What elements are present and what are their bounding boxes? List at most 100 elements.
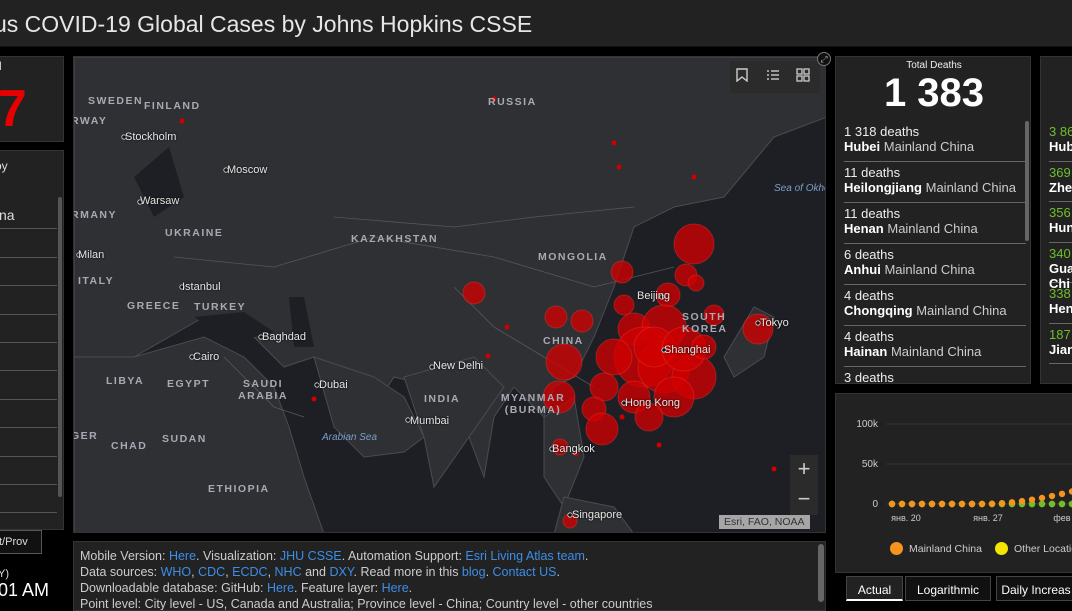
country-list: na bbox=[0, 201, 57, 514]
recovered-point[interactable] bbox=[1038, 500, 1046, 508]
list-item[interactable]: 11 deaths Heilongjiang Mainland China bbox=[844, 162, 1026, 203]
list-item[interactable]: 3 deaths bbox=[844, 367, 1026, 383]
mainland-china-point[interactable] bbox=[918, 500, 926, 508]
zoom-out-button[interactable]: − bbox=[790, 485, 818, 515]
mainland-china-point[interactable] bbox=[1058, 490, 1066, 498]
list-icon[interactable] bbox=[766, 68, 784, 86]
list-item[interactable] bbox=[0, 485, 57, 514]
country-label: MYANMAR (BURMA) bbox=[500, 392, 566, 416]
basemap bbox=[74, 57, 825, 532]
list-item[interactable]: 356 Hun bbox=[1049, 202, 1072, 243]
mainland-china-point[interactable] bbox=[938, 500, 946, 508]
case-bubble[interactable] bbox=[545, 343, 583, 381]
mainland-china-point[interactable] bbox=[898, 500, 906, 508]
mainland-china-point[interactable] bbox=[958, 500, 966, 508]
mainland-china-point[interactable] bbox=[1008, 499, 1016, 506]
list-item[interactable]: 340 Gua Chi bbox=[1049, 243, 1072, 291]
list-item[interactable]: 4 deaths Chongqing Mainland China bbox=[844, 285, 1026, 326]
mainland-china-point[interactable] bbox=[1038, 494, 1046, 502]
case-bubble[interactable] bbox=[504, 324, 510, 330]
bookmark-icon[interactable] bbox=[736, 68, 754, 86]
mobile-version-link[interactable]: Here bbox=[169, 549, 196, 563]
feature-layer-link[interactable]: Here bbox=[382, 581, 409, 595]
mainland-china-point[interactable] bbox=[908, 500, 916, 508]
basemap-gallery-icon[interactable] bbox=[796, 68, 814, 86]
case-bubble[interactable] bbox=[462, 281, 486, 305]
contact-us-link[interactable]: Contact US bbox=[493, 565, 557, 579]
case-bubble[interactable] bbox=[179, 118, 185, 124]
list-item[interactable]: 6 deaths Anhui Mainland China bbox=[844, 244, 1026, 285]
zoom-in-button[interactable]: + bbox=[790, 455, 818, 485]
mainland-china-point[interactable] bbox=[928, 500, 936, 508]
list-item[interactable]: 369 Zhe bbox=[1049, 162, 1072, 202]
list-item[interactable] bbox=[0, 457, 57, 485]
case-bubble[interactable] bbox=[585, 412, 619, 446]
case-bubble[interactable] bbox=[611, 140, 617, 146]
case-bubble[interactable] bbox=[656, 442, 662, 448]
recovered-point[interactable] bbox=[1058, 500, 1066, 508]
list-item[interactable] bbox=[0, 315, 57, 343]
blog-link[interactable]: blog bbox=[462, 565, 486, 579]
case-bubble[interactable] bbox=[687, 274, 705, 292]
mainland-china-point[interactable] bbox=[988, 500, 996, 507]
country-label: FINLAND bbox=[144, 100, 201, 112]
total-recovered-panel: 3 86 Hub 369 Zhe 356 Hun 340 Gua Chi 338 Hen 1… bbox=[1040, 56, 1072, 384]
list-item[interactable]: 11 deaths Henan Mainland China bbox=[844, 203, 1026, 244]
case-bubble[interactable] bbox=[673, 223, 715, 265]
case-bubble[interactable] bbox=[616, 164, 622, 170]
case-bubble[interactable] bbox=[485, 353, 491, 359]
tab-actual[interactable]: Actual bbox=[846, 576, 903, 601]
case-bubble[interactable] bbox=[771, 466, 777, 472]
mainland-china-point[interactable] bbox=[1028, 496, 1036, 503]
case-bubble[interactable] bbox=[613, 294, 635, 316]
list-item[interactable]: 1 318 deaths Hubei Mainland China bbox=[844, 121, 1026, 162]
case-bubble[interactable] bbox=[311, 396, 317, 402]
tab-logarithmic[interactable]: Logarithmic bbox=[905, 576, 991, 601]
esri-living-atlas-link[interactable]: Esri Living Atlas team bbox=[465, 549, 585, 563]
country-label: EGYPT bbox=[167, 378, 211, 390]
city-label: Warsaw bbox=[140, 195, 180, 207]
map-view[interactable]: SWEDEN FINLAND RWAY RUSSIA RMANY UKRAINE… bbox=[73, 56, 826, 533]
mainland-china-point[interactable] bbox=[1048, 492, 1056, 500]
list-item[interactable]: na bbox=[0, 201, 57, 230]
ecdc-link[interactable]: ECDC bbox=[232, 565, 267, 579]
tab-country-province[interactable]: t/Prov bbox=[0, 530, 42, 554]
list-item[interactable] bbox=[0, 286, 57, 315]
case-bubble[interactable] bbox=[610, 260, 634, 284]
who-link[interactable]: WHO bbox=[161, 565, 192, 579]
recovered-point[interactable] bbox=[1048, 500, 1056, 508]
list-item[interactable] bbox=[0, 229, 57, 258]
country-label: GREECE bbox=[127, 300, 181, 312]
mainland-china-point[interactable] bbox=[978, 500, 986, 508]
case-bubble[interactable] bbox=[595, 338, 633, 376]
mainland-china-point[interactable] bbox=[1018, 497, 1026, 505]
list-item[interactable] bbox=[0, 258, 57, 287]
list-item[interactable] bbox=[0, 400, 57, 429]
list-item[interactable] bbox=[0, 343, 57, 372]
case-bubble[interactable] bbox=[619, 414, 625, 420]
info-scrollbar[interactable] bbox=[818, 544, 824, 602]
mainland-china-point[interactable] bbox=[968, 500, 976, 508]
mainland-china-point[interactable] bbox=[888, 500, 896, 508]
deaths-scrollbar[interactable] bbox=[1025, 121, 1029, 241]
tab-daily-increase[interactable]: Daily Increas bbox=[996, 576, 1072, 601]
github-link[interactable]: Here bbox=[267, 581, 294, 595]
case-bubble[interactable] bbox=[691, 174, 697, 180]
case-bubble[interactable] bbox=[570, 309, 594, 333]
cases-chart-panel: 100k 50k 0 янв. 20 янв. 27 фев Mainland China… bbox=[835, 393, 1072, 573]
dxy-link[interactable]: DXY bbox=[329, 565, 353, 579]
list-item[interactable] bbox=[0, 371, 57, 400]
list-item[interactable]: 338 Hen bbox=[1049, 283, 1072, 324]
case-bubble[interactable] bbox=[544, 305, 568, 329]
list-item[interactable]: 4 deaths Hainan Mainland China bbox=[844, 326, 1026, 367]
mainland-china-point[interactable] bbox=[948, 500, 956, 508]
list-item[interactable]: 3 86 Hub bbox=[1049, 121, 1072, 162]
mainland-china-point[interactable] bbox=[998, 499, 1006, 507]
expand-icon[interactable]: ⤢ bbox=[817, 52, 831, 66]
list-scrollbar[interactable] bbox=[58, 197, 62, 497]
list-item[interactable] bbox=[0, 428, 57, 457]
cdc-link[interactable]: CDC bbox=[198, 565, 225, 579]
nhc-link[interactable]: NHC bbox=[275, 565, 302, 579]
list-item[interactable]: 187Jian bbox=[1049, 324, 1072, 364]
jhu-csse-link[interactable]: JHU CSSE bbox=[280, 549, 342, 563]
